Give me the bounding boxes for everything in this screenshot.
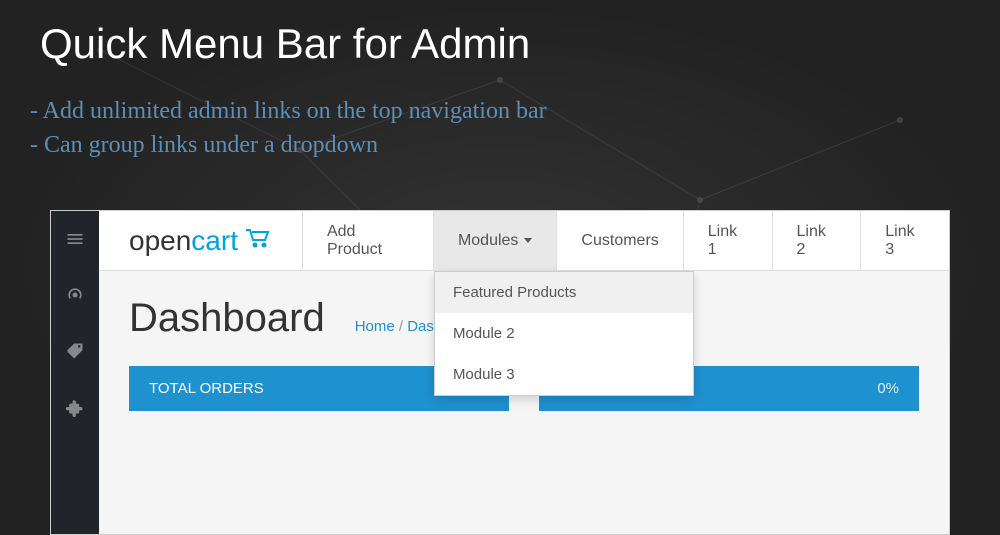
logo[interactable]: opencart bbox=[99, 211, 302, 270]
caret-down-icon bbox=[524, 238, 532, 243]
nav-customers[interactable]: Customers bbox=[556, 211, 682, 270]
page-title: Dashboard bbox=[129, 296, 325, 341]
stat-label: TOTAL ORDERS bbox=[149, 380, 264, 397]
nav-label: Link 1 bbox=[708, 223, 748, 259]
sidebar-item-catalog[interactable] bbox=[51, 323, 99, 379]
logo-text-cart: cart bbox=[191, 225, 238, 256]
dropdown-item-module3[interactable]: Module 3 bbox=[435, 354, 693, 395]
admin-panel-screenshot: opencart Add Product Modules Featured Pr… bbox=[50, 210, 950, 535]
tag-icon bbox=[65, 341, 85, 361]
nav-add-product[interactable]: Add Product bbox=[302, 211, 433, 270]
menu-icon bbox=[65, 229, 85, 249]
breadcrumb-current[interactable]: Das bbox=[407, 318, 434, 335]
cart-icon bbox=[244, 228, 272, 254]
stat-pct: 0% bbox=[877, 380, 899, 397]
topbar: opencart Add Product Modules Featured Pr… bbox=[99, 211, 949, 271]
sidebar-item-extensions[interactable] bbox=[51, 379, 99, 435]
sidebar bbox=[51, 211, 99, 534]
dropdown-menu: Featured Products Module 2 Module 3 bbox=[434, 271, 694, 396]
promo-title: Quick Menu Bar for Admin bbox=[40, 20, 530, 68]
nav-label: Modules bbox=[458, 232, 518, 250]
nav-link3[interactable]: Link 3 bbox=[860, 211, 949, 270]
puzzle-icon bbox=[65, 397, 85, 417]
gauge-icon bbox=[65, 285, 85, 305]
breadcrumb: Home / Das bbox=[355, 318, 434, 335]
sidebar-toggle[interactable] bbox=[51, 211, 99, 267]
nav-modules[interactable]: Modules Featured Products Module 2 Modul… bbox=[433, 211, 556, 270]
nav-link2[interactable]: Link 2 bbox=[772, 211, 861, 270]
nav-label: Link 2 bbox=[797, 223, 837, 259]
dropdown-item-module2[interactable]: Module 2 bbox=[435, 313, 693, 354]
logo-text-open: open bbox=[129, 225, 191, 256]
dropdown-item-featured[interactable]: Featured Products bbox=[435, 272, 693, 313]
nav-label: Add Product bbox=[327, 223, 409, 259]
feature-list: - Add unlimited admin links on the top n… bbox=[30, 95, 547, 162]
feature-item: - Can group links under a dropdown bbox=[30, 129, 547, 163]
nav-label: Customers bbox=[581, 232, 658, 250]
nav-label: Link 3 bbox=[885, 223, 925, 259]
feature-item: - Add unlimited admin links on the top n… bbox=[30, 95, 547, 129]
breadcrumb-home[interactable]: Home bbox=[355, 318, 395, 335]
sidebar-item-dashboard[interactable] bbox=[51, 267, 99, 323]
breadcrumb-sep: / bbox=[395, 318, 408, 335]
main-area: opencart Add Product Modules Featured Pr… bbox=[99, 211, 949, 534]
nav-link1[interactable]: Link 1 bbox=[683, 211, 772, 270]
